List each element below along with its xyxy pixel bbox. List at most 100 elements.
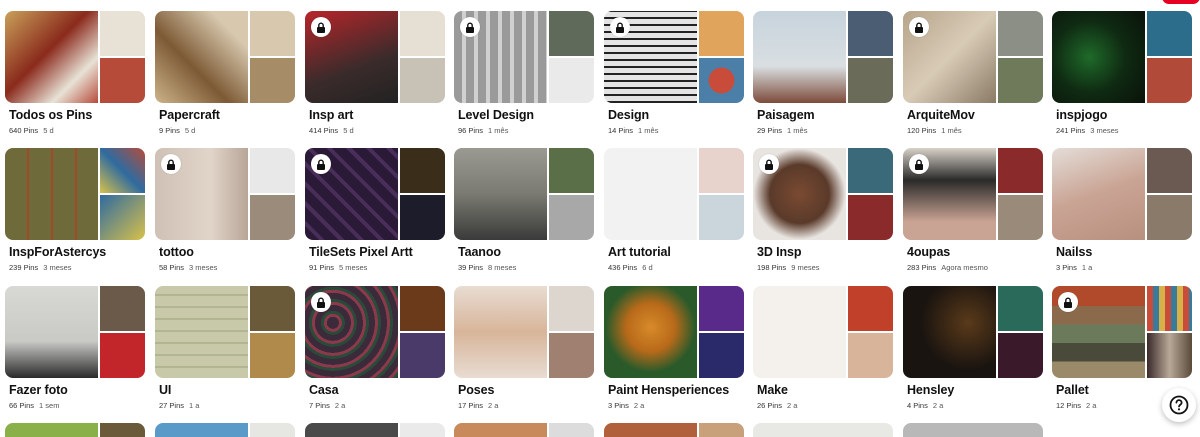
board-updated-time: 5 d [184, 126, 196, 135]
pin-count: 120 Pins [907, 126, 937, 135]
board-title: Fazer foto [9, 383, 68, 397]
cover-side-image [848, 286, 893, 331]
board-title: Nailss [1056, 245, 1093, 259]
pin-count: 4 Pins [907, 401, 928, 410]
profile-accent-button[interactable] [1162, 0, 1200, 4]
cover-side-image [699, 195, 744, 240]
cover-main-image [903, 423, 1043, 437]
board-card[interactable]: Insp art 414 Pins 5 d [305, 11, 445, 141]
board-meta: 26 Pins 2 a [757, 401, 797, 410]
board-title: Taanoo [458, 245, 501, 259]
board-title: Papercraft [159, 108, 220, 122]
board-card-partial[interactable] [753, 423, 893, 437]
board-card-partial[interactable] [155, 423, 295, 437]
cover-side-image [699, 148, 744, 193]
pin-count: 14 Pins [608, 126, 634, 135]
cover-side-image [100, 11, 145, 56]
board-cover [155, 286, 295, 378]
board-card[interactable]: tottoo 58 Pins 3 meses [155, 148, 295, 278]
cover-side-image [1147, 195, 1192, 240]
cover-main-image [5, 423, 98, 437]
board-updated-time: 2 a [787, 401, 798, 410]
cover-main-image [155, 11, 248, 103]
cover-side-image [250, 195, 295, 240]
board-cover [305, 148, 445, 240]
cover-main-image [1052, 148, 1145, 240]
board-card-partial[interactable] [454, 423, 594, 437]
cover-main-image [604, 423, 697, 437]
cover-side-image [400, 286, 445, 331]
board-card[interactable]: Make 26 Pins 2 a [753, 286, 893, 416]
board-card[interactable]: Hensley 4 Pins 2 a [903, 286, 1043, 416]
board-card[interactable]: inspjogo 241 Pins 3 meses [1052, 11, 1192, 141]
help-button[interactable] [1162, 388, 1196, 422]
cover-side-image [549, 333, 594, 378]
board-card[interactable]: 3D Insp 198 Pins 9 meses [753, 148, 893, 278]
board-meta: 4 Pins 2 a [907, 401, 943, 410]
board-updated-time: Agora mesmo [941, 263, 988, 272]
board-card[interactable]: Casa 7 Pins 2 a [305, 286, 445, 416]
pin-count: 12 Pins [1056, 401, 1082, 410]
cover-side-image [998, 148, 1043, 193]
board-title: Paisagem [757, 108, 815, 122]
board-card-partial[interactable] [903, 423, 1043, 437]
cover-side-image [250, 423, 295, 437]
board-card[interactable]: Papercraft 9 Pins 5 d [155, 11, 295, 141]
cover-side-image [1147, 58, 1192, 103]
cover-side-image [699, 333, 744, 378]
cover-main-image [155, 423, 248, 437]
pin-count: 91 Pins [309, 263, 335, 272]
pin-count: 241 Pins [1056, 126, 1086, 135]
board-cover [305, 286, 445, 378]
board-card[interactable]: ArquiteMov 120 Pins 1 mês [903, 11, 1043, 141]
board-card[interactable]: Taanoo 39 Pins 8 meses [454, 148, 594, 278]
lock-icon [311, 154, 331, 174]
board-updated-time: 3 meses [189, 263, 218, 272]
pin-count: 198 Pins [757, 263, 787, 272]
board-updated-time: 3 meses [1090, 126, 1119, 135]
board-title: Design [608, 108, 650, 122]
board-meta: 3 Pins 1 a [1056, 263, 1092, 272]
board-cover [5, 148, 145, 240]
board-title: 4oupas [907, 245, 951, 259]
cover-side-image [998, 11, 1043, 56]
board-card[interactable]: Todos os Pins 640 Pins 5 d [5, 11, 145, 141]
board-updated-time: 2 a [1086, 401, 1097, 410]
board-card[interactable]: Fazer foto 66 Pins 1 sem [5, 286, 145, 416]
board-card[interactable]: Poses 17 Pins 2 a [454, 286, 594, 416]
board-card[interactable]: InspForAstercys 239 Pins 3 meses [5, 148, 145, 278]
board-updated-time: 1 mês [488, 126, 509, 135]
board-card-partial[interactable] [5, 423, 145, 437]
pin-count: 3 Pins [608, 401, 629, 410]
board-cover [454, 148, 594, 240]
cover-side-image [848, 11, 893, 56]
board-cover [753, 11, 893, 103]
board-updated-time: 1 a [189, 401, 200, 410]
board-card[interactable]: UI 27 Pins 1 a [155, 286, 295, 416]
board-title: Todos os Pins [9, 108, 93, 122]
cover-side-image [549, 286, 594, 331]
cover-side-image [400, 423, 445, 437]
cover-side-image [549, 423, 594, 437]
board-card-partial[interactable] [305, 423, 445, 437]
board-updated-time: 1 sem [39, 401, 60, 410]
board-card[interactable]: Paint Hensperiences 3 Pins 2 a [604, 286, 744, 416]
cover-side-image [100, 423, 145, 437]
pin-count: 96 Pins [458, 126, 484, 135]
board-card[interactable]: Paisagem 29 Pins 1 mês [753, 11, 893, 141]
board-card[interactable]: Art tutorial 436 Pins 6 d [604, 148, 744, 278]
lock-icon [1058, 292, 1078, 312]
pin-count: 66 Pins [9, 401, 35, 410]
board-title: UI [159, 383, 172, 397]
board-card[interactable]: Nailss 3 Pins 1 a [1052, 148, 1192, 278]
cover-main-image [753, 286, 846, 378]
board-title: ArquiteMov [907, 108, 975, 122]
board-meta: 29 Pins 1 mês [757, 126, 807, 135]
board-card[interactable]: Level Design 96 Pins 1 mês [454, 11, 594, 141]
board-card[interactable]: TileSets Pixel Artt 91 Pins 5 meses [305, 148, 445, 278]
board-card[interactable]: Design 14 Pins 1 mês [604, 11, 744, 141]
board-meta: 9 Pins 5 d [159, 126, 195, 135]
cover-side-image [699, 11, 744, 56]
board-card-partial[interactable] [604, 423, 744, 437]
board-card[interactable]: 4oupas 283 Pins Agora mesmo [903, 148, 1043, 278]
